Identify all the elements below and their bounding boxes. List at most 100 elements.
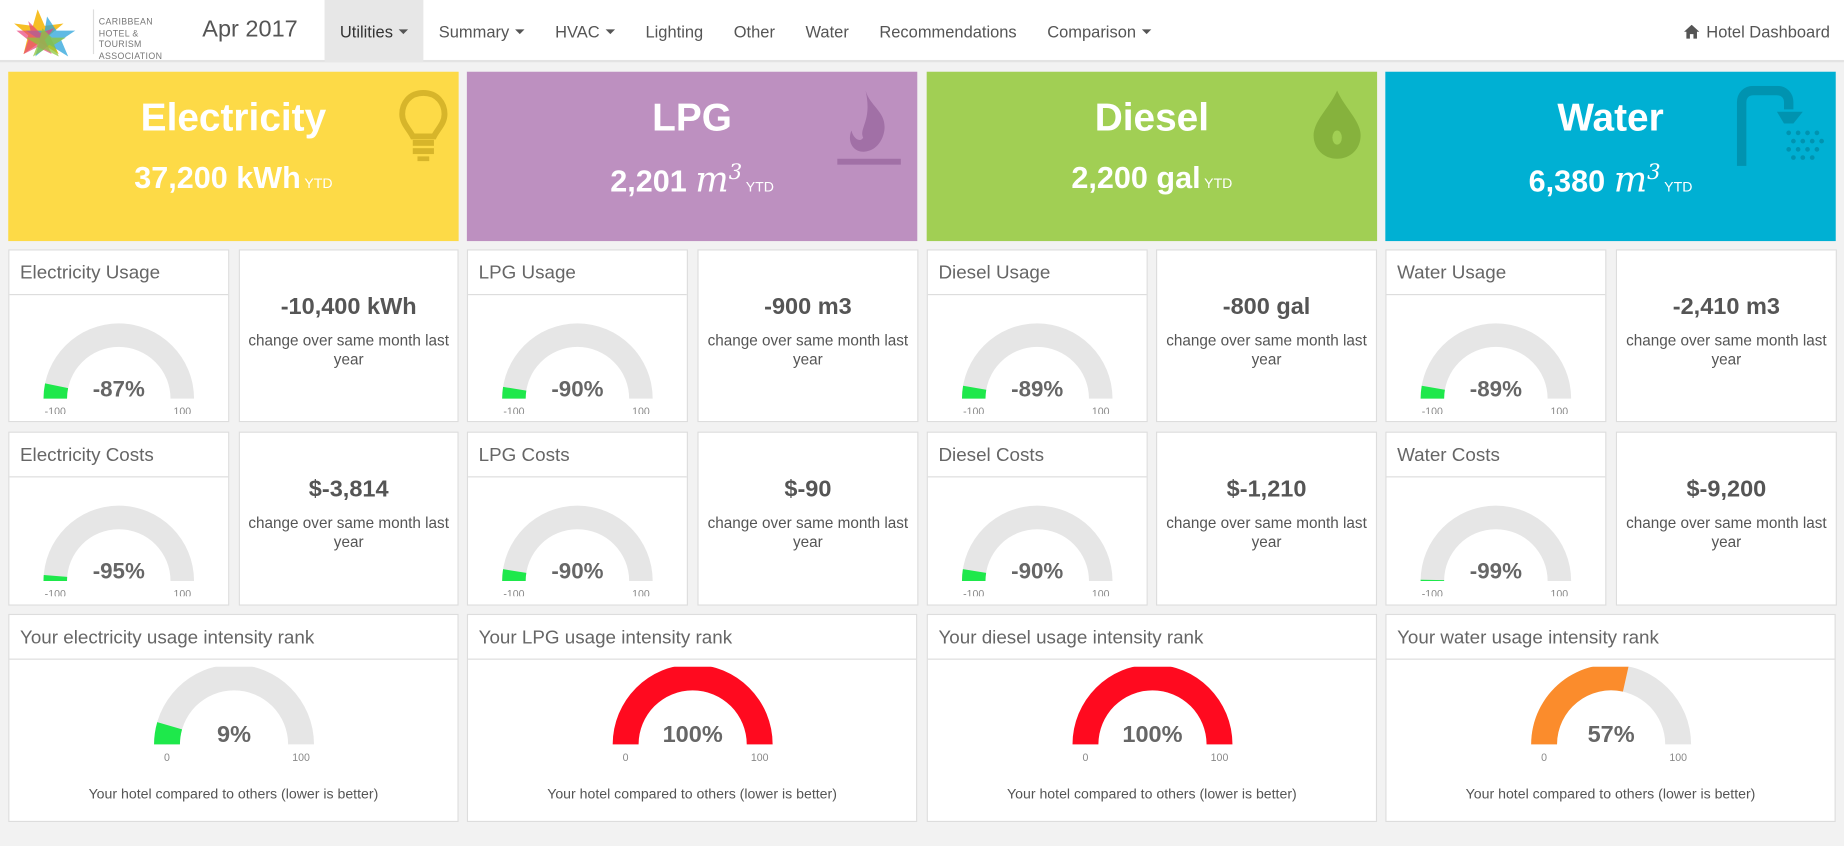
nav-utilities[interactable]: Utilities — [324, 0, 424, 63]
tile-title: Diesel — [1094, 95, 1210, 139]
nav-hvac[interactable]: HVAC — [540, 0, 630, 62]
costs-gauge: -95% -100 100 — [43, 505, 195, 596]
water-rank-card: Your water usage intensity rank 57% 0 100 … — [1385, 613, 1836, 823]
diesel-costs-change: $-1,210 change over same month last year — [1156, 431, 1378, 606]
caret-down-icon — [398, 28, 409, 34]
diesel-costs-card: Diesel Costs -90% -100 100 — [926, 431, 1148, 606]
rank-footnote: Your hotel compared to others (lower is … — [547, 785, 837, 803]
gauge-value: -99% — [1470, 559, 1522, 584]
water-usage-change: -2,410 m3 change over same month last ye… — [1615, 249, 1837, 423]
gauge-value: -89% — [1470, 376, 1522, 401]
nav-recommendations[interactable]: Recommendations — [864, 0, 1032, 62]
card-title: Electricity Costs — [9, 433, 229, 478]
gauge-max-label: 100 — [1669, 752, 1687, 764]
rank-gauge: 9% 0 100 — [153, 666, 314, 764]
card-title: LPG Costs — [468, 433, 687, 478]
water-costs-change: $-9,200 change over same month last year — [1615, 431, 1837, 606]
card-title: Your electricity usage intensity rank — [9, 615, 458, 660]
gauge-value: -87% — [93, 376, 145, 401]
gauge-max-label: 100 — [1092, 406, 1110, 414]
change-value: $-1,210 — [1226, 476, 1307, 503]
change-desc: change over same month last year — [248, 513, 449, 551]
card-title: Water Usage — [1386, 250, 1606, 296]
change-desc: change over same month last year — [1626, 331, 1827, 369]
tile-value: 2,200 gal YTD — [1071, 159, 1233, 196]
gauge-min-label: 0 — [622, 752, 628, 764]
gauge-max-label: 100 — [173, 406, 191, 414]
lpg-usage-card: LPG Usage -90% -100 100 — [466, 249, 688, 423]
gauge-value: -90% — [551, 559, 603, 584]
gauge-max-label: 100 — [1551, 406, 1569, 414]
gauge-value: 100% — [662, 721, 722, 747]
tile-title: LPG — [652, 95, 732, 139]
tile-value: 2,201 m3YTD — [610, 159, 774, 202]
costs-gauge: -90% -100 100 — [502, 505, 653, 596]
gauge-min-label: -100 — [1422, 406, 1443, 414]
gauge-max-label: 100 — [1551, 588, 1569, 596]
nav-other[interactable]: Other — [718, 0, 790, 62]
change-desc: change over same month last year — [1166, 513, 1367, 551]
gauge-value: 57% — [1587, 721, 1634, 747]
cht-logo[interactable]: CARIBBEAN HOTEL & TOURISM ASSOCIATION — [12, 7, 183, 61]
card-title: Electricity Usage — [9, 250, 229, 296]
gauge-value: 100% — [1122, 721, 1182, 747]
change-value: $-90 — [784, 476, 832, 503]
gauge-min-label: -100 — [503, 588, 524, 596]
main-nav: Utilities Summary HVAC Lighting Other Wa… — [324, 0, 1167, 63]
gauge-value: -90% — [551, 376, 603, 401]
card-title: Your water usage intensity rank — [1386, 615, 1835, 660]
electricity-rank-card: Your electricity usage intensity rank 9%… — [8, 613, 459, 823]
gauge-max-label: 100 — [632, 588, 650, 596]
change-value: -900 m3 — [764, 294, 852, 320]
gauge-min-label: -100 — [1422, 588, 1443, 596]
period-title: Apr 2017 — [202, 16, 298, 43]
card-title: LPG Usage — [468, 250, 687, 296]
change-desc: change over same month last year — [248, 331, 449, 369]
change-desc: change over same month last year — [707, 331, 909, 369]
tile-title: Electricity — [140, 95, 327, 139]
gauge-max-label: 100 — [173, 588, 191, 596]
caret-down-icon — [1141, 28, 1152, 34]
rank-gauge: 57% 0 100 — [1530, 666, 1691, 764]
gauge-value: -95% — [93, 559, 145, 584]
electricity-usage-change: -10,400 kWh change over same month last … — [238, 249, 459, 423]
star-logo-icon — [14, 9, 76, 57]
electricity-costs-card: Electricity Costs -95% -100 100 — [8, 431, 230, 606]
tile-diesel: Diesel 2,200 gal YTD — [926, 71, 1378, 242]
change-value: $-3,814 — [308, 476, 389, 503]
usage-gauge: -89% -100 100 — [961, 323, 1113, 414]
usage-gauge: -89% -100 100 — [1420, 323, 1572, 414]
nav-water[interactable]: Water — [790, 0, 864, 62]
gauge-max-label: 100 — [292, 752, 310, 764]
nav-summary[interactable]: Summary — [424, 0, 540, 62]
lpg-rank-card: Your LPG usage intensity rank 100% 0 100 Y… — [466, 613, 918, 823]
gauge-max-label: 100 — [1092, 588, 1110, 596]
diesel-usage-change: -800 gal change over same month last yea… — [1156, 249, 1378, 423]
rank-gauge: 100% 0 100 — [1071, 666, 1232, 764]
costs-gauge: -99% -100 100 — [1420, 505, 1572, 596]
caret-down-icon — [515, 28, 525, 34]
nav-lighting[interactable]: Lighting — [630, 0, 718, 62]
gauge-min-label: -100 — [963, 588, 984, 596]
usage-gauge: -90% -100 100 — [502, 323, 653, 414]
hotel-dashboard-link[interactable]: Hotel Dashboard — [1683, 0, 1830, 62]
lpg-costs-change: $-90 change over same month last year — [697, 431, 919, 606]
tile-title: Water — [1557, 95, 1664, 139]
water-costs-card: Water Costs -99% -100 100 — [1385, 431, 1607, 606]
costs-gauge: -90% -100 100 — [961, 505, 1113, 596]
nav-comparison[interactable]: Comparison — [1032, 0, 1167, 62]
org-name: CARIBBEAN HOTEL & TOURISM ASSOCIATION — [98, 16, 163, 61]
tile-lpg: LPG 2,201 m3YTD — [466, 71, 918, 242]
card-title: Diesel Costs — [927, 433, 1147, 478]
change-desc: change over same month last year — [1626, 513, 1827, 551]
rank-footnote: Your hotel compared to others (lower is … — [1465, 785, 1756, 803]
gauge-min-label: 0 — [1541, 752, 1547, 764]
change-value: $-9,200 — [1686, 476, 1767, 503]
logo-divider — [92, 9, 95, 55]
gauge-max-label: 100 — [632, 406, 650, 414]
navbar: CARIBBEAN HOTEL & TOURISM ASSOCIATION Ap… — [0, 0, 1844, 63]
card-title: Diesel Usage — [927, 250, 1147, 296]
gauge-min-label: 0 — [1082, 752, 1088, 764]
change-desc: change over same month last year — [707, 513, 909, 551]
card-title: Your LPG usage intensity rank — [468, 615, 917, 660]
